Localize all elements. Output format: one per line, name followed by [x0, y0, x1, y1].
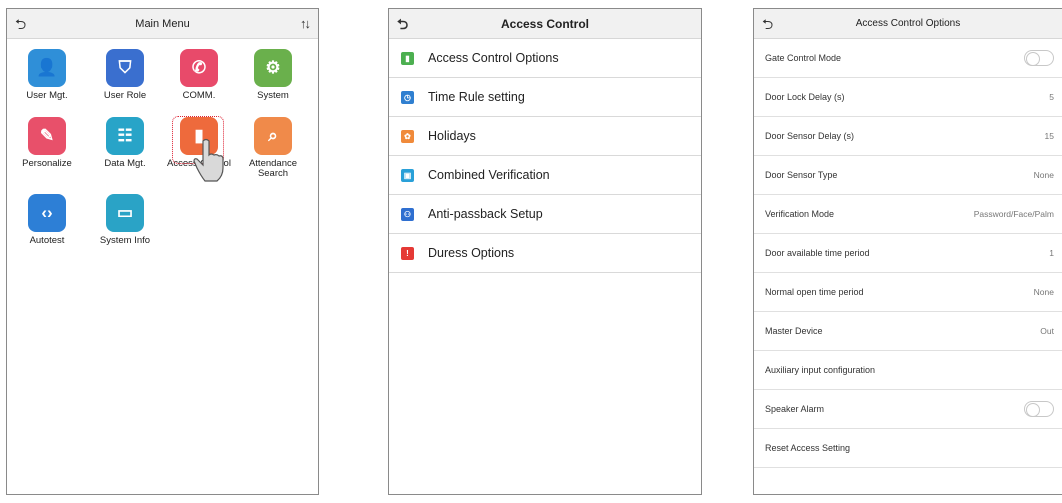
- access-control-header: ⮌ Access Control: [389, 9, 701, 39]
- option-label: Normal open time period: [765, 287, 864, 297]
- menu-item-label: Attendance Search: [248, 158, 298, 179]
- menu-item-comm[interactable]: ✆ COMM.: [159, 49, 239, 101]
- main-menu-screen: ⮌ Main Menu ↑↓ 👤 User Mgt. ⛉ User Role ✆ COMM…: [6, 8, 319, 495]
- sort-arrows-icon[interactable]: ↑↓: [300, 9, 311, 39]
- back-arrow-icon[interactable]: ⮌: [15, 9, 26, 39]
- lock-icon: ▣: [401, 168, 414, 182]
- option-label: Master Device: [765, 326, 823, 336]
- clock-icon: ◷: [401, 90, 414, 104]
- access-control-screen: ⮌ Access Control ▮ Access Control Options…: [388, 8, 702, 495]
- options-title: Access Control Options: [855, 18, 961, 29]
- people-icon: ⚇: [401, 207, 414, 221]
- search-document-icon: ⌕: [254, 117, 292, 155]
- option-label: Door Sensor Type: [765, 170, 838, 180]
- option-row-auxiliary-input-configuration[interactable]: Auxiliary input configuration: [754, 351, 1062, 390]
- list-item-label: Access Control Options: [428, 51, 559, 65]
- option-row-door-lock-delay-s[interactable]: Door Lock Delay (s) 5: [754, 78, 1062, 117]
- option-label: Door Sensor Delay (s): [765, 131, 855, 141]
- option-label: Door available time period: [765, 248, 870, 258]
- option-value: None: [1033, 170, 1054, 180]
- options-header: ⮌ Access Control Options: [754, 9, 1062, 39]
- pointing-hand-icon: [193, 138, 224, 182]
- option-row-door-sensor-delay-s[interactable]: Door Sensor Delay (s) 15: [754, 117, 1062, 156]
- option-row-door-available-time-period[interactable]: Door available time period 1: [754, 234, 1062, 273]
- option-row-normal-open-time-period[interactable]: Normal open time period None: [754, 273, 1062, 312]
- option-value: 1: [1049, 248, 1054, 258]
- main-menu-header: ⮌ Main Menu ↑↓: [7, 9, 318, 39]
- option-value: None: [1033, 287, 1054, 297]
- list-item-time-rule-setting[interactable]: ◷ Time Rule setting: [389, 78, 701, 117]
- list-item-label: Holidays: [428, 129, 476, 143]
- option-label: Reset Access Setting: [765, 443, 851, 453]
- menu-item-label: Personalize: [22, 158, 72, 169]
- option-row-master-device[interactable]: Master Device Out: [754, 312, 1062, 351]
- toggle-switch[interactable]: [1024, 50, 1054, 66]
- access-control-title: Access Control: [500, 17, 590, 31]
- access-control-options-screen: ⮌ Access Control Options Gate Control Mo…: [753, 8, 1062, 495]
- monitor-icon: ▭: [106, 194, 144, 232]
- menu-item-data-mgt[interactable]: ☷ Data Mgt.: [85, 117, 165, 169]
- list-item-duress-options[interactable]: ! Duress Options: [389, 234, 701, 273]
- option-label: Gate Control Mode: [765, 53, 842, 63]
- door-icon: ▮: [401, 51, 414, 65]
- back-arrow-icon[interactable]: ⮌: [762, 9, 773, 39]
- satellite-dish-icon: ✆: [180, 49, 218, 87]
- database-icon: ☷: [106, 117, 144, 155]
- menu-item-label: System: [257, 90, 289, 101]
- option-value: Out: [1040, 326, 1054, 336]
- menu-item-system[interactable]: ⚙ System: [233, 49, 313, 101]
- main-menu-title: Main Menu: [135, 18, 190, 30]
- list-item-holidays[interactable]: ✿ Holidays: [389, 117, 701, 156]
- warning-icon: !: [401, 246, 414, 260]
- option-label: Auxiliary input configuration: [765, 365, 876, 375]
- menu-item-user-role[interactable]: ⛉ User Role: [85, 49, 165, 101]
- toggle-switch[interactable]: [1024, 401, 1054, 417]
- menu-item-autotest[interactable]: ‹› Autotest: [7, 194, 87, 246]
- menu-item-label: System Info: [99, 235, 151, 246]
- list-item-combined-verification[interactable]: ▣ Combined Verification: [389, 156, 701, 195]
- menu-item-label: COMM.: [182, 90, 216, 101]
- palette-icon: ✎: [28, 117, 66, 155]
- shield-icon: ⛉: [106, 49, 144, 87]
- options-list: Gate Control Mode Door Lock Delay (s) 5 Doo…: [754, 39, 1062, 468]
- list-item-anti-passback-setup[interactable]: ⚇ Anti-passback Setup: [389, 195, 701, 234]
- option-row-gate-control-mode[interactable]: Gate Control Mode: [754, 39, 1062, 78]
- list-item-label: Time Rule setting: [428, 90, 525, 104]
- back-arrow-icon[interactable]: ⮌: [397, 9, 408, 39]
- option-label: Speaker Alarm: [765, 404, 825, 414]
- option-row-speaker-alarm[interactable]: Speaker Alarm: [754, 390, 1062, 429]
- menu-item-label: Autotest: [29, 235, 65, 246]
- list-item-label: Duress Options: [428, 246, 515, 260]
- holiday-icon: ✿: [401, 129, 414, 143]
- gear-icon: ⚙: [254, 49, 292, 87]
- menu-item-user-mgt[interactable]: 👤 User Mgt.: [7, 49, 87, 101]
- access-control-list: ▮ Access Control Options ◷ Time Rule settin…: [389, 39, 701, 273]
- menu-item-attendance-search[interactable]: ⌕ Attendance Search: [233, 117, 313, 179]
- option-row-reset-access-setting[interactable]: Reset Access Setting: [754, 429, 1062, 468]
- list-item-label: Combined Verification: [428, 168, 550, 182]
- option-label: Door Lock Delay (s): [765, 92, 845, 102]
- list-item-label: Anti-passback Setup: [428, 207, 543, 221]
- option-value: 5: [1049, 92, 1054, 102]
- option-row-verification-mode[interactable]: Verification Mode Password/Face/Palm: [754, 195, 1062, 234]
- menu-item-personalize[interactable]: ✎ Personalize: [7, 117, 87, 169]
- code-icon: ‹›: [28, 194, 66, 232]
- menu-item-system-info[interactable]: ▭ System Info: [85, 194, 165, 246]
- user-icon: 👤: [28, 49, 66, 87]
- option-label: Verification Mode: [765, 209, 835, 219]
- option-row-door-sensor-type[interactable]: Door Sensor Type None: [754, 156, 1062, 195]
- option-value: Password/Face/Palm: [973, 209, 1054, 219]
- menu-item-label: User Role: [103, 90, 147, 101]
- list-item-access-control-options[interactable]: ▮ Access Control Options: [389, 39, 701, 78]
- menu-item-label: Data Mgt.: [104, 158, 146, 169]
- menu-item-label: User Mgt.: [26, 90, 68, 101]
- option-value: 15: [1044, 131, 1054, 141]
